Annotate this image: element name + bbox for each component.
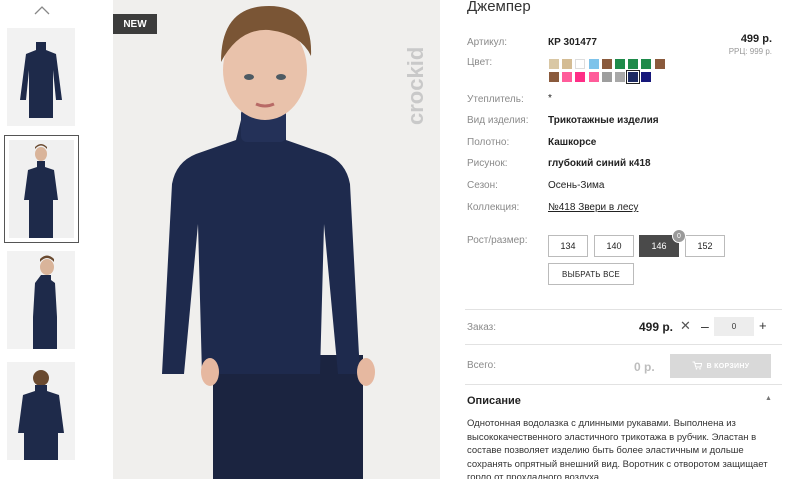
insulation-label: Утеплитель:: [467, 94, 524, 105]
qty-plus-button[interactable]: +: [759, 318, 767, 333]
color-swatch[interactable]: [562, 59, 573, 69]
thumbnail-1[interactable]: [7, 28, 75, 126]
select-all-button[interactable]: ВЫБРАТЬ ВСЕ: [548, 263, 634, 285]
size-option-152[interactable]: 152: [685, 235, 725, 257]
product-title: Джемпер: [467, 0, 531, 15]
type-label: Вид изделия:: [467, 115, 529, 126]
size-label: Рост/размер:: [467, 235, 528, 246]
thumbnail-1-image: [7, 28, 75, 126]
pattern-label: Рисунок:: [467, 158, 508, 169]
color-swatch[interactable]: [549, 59, 559, 69]
fabric-label: Полотно:: [467, 137, 510, 148]
color-swatch[interactable]: [575, 59, 586, 69]
qty-input[interactable]: [714, 317, 754, 336]
type-value: Трикотажные изделия: [548, 115, 659, 126]
product-price: 499 р.: [740, 33, 772, 45]
color-swatch[interactable]: [575, 72, 586, 82]
description-text: Однотонная водолазка с длинными рукавами…: [467, 418, 768, 479]
thumbnails-up-chevron-icon[interactable]: [30, 2, 54, 18]
color-swatch[interactable]: [562, 72, 573, 82]
size-option-134[interactable]: 134: [548, 235, 588, 257]
qty-minus-button[interactable]: –: [701, 318, 709, 334]
pattern-value: глубокий синий к418: [548, 158, 651, 169]
color-swatch[interactable]: [654, 59, 665, 69]
color-swatch[interactable]: [601, 59, 612, 69]
thumbnail-3[interactable]: [7, 251, 75, 349]
insulation-value: *: [548, 93, 552, 104]
description-collapse-chevron-up-icon[interactable]: ▲: [765, 395, 772, 402]
color-swatch[interactable]: [626, 70, 641, 84]
article-label: Артикул:: [467, 37, 508, 48]
color-swatch[interactable]: [601, 72, 612, 82]
article-value: КР 301477: [548, 37, 597, 48]
total-label: Всего:: [467, 360, 496, 371]
fabric-value: Кашкорсе: [548, 137, 597, 148]
add-to-cart-button[interactable]: В КОРЗИНУ: [670, 354, 771, 378]
cart-icon: [692, 361, 703, 372]
color-swatch[interactable]: [615, 59, 625, 69]
color-swatch[interactable]: [588, 59, 599, 69]
color-swatch[interactable]: [588, 72, 599, 82]
total-price: 0 р.: [634, 360, 655, 374]
thumbnail-4[interactable]: [7, 362, 75, 460]
color-swatch[interactable]: [641, 72, 652, 82]
color-swatch[interactable]: [615, 72, 625, 82]
thumbnail-4-image: [7, 362, 75, 460]
color-swatch[interactable]: [641, 59, 652, 69]
order-label: Заказ:: [467, 322, 497, 333]
main-product-photo[interactable]: crockid NEW: [113, 0, 440, 479]
brand-watermark: crockid: [403, 47, 428, 125]
remove-close-icon[interactable]: ✕: [680, 318, 691, 334]
color-swatch[interactable]: [628, 59, 639, 69]
rrc-price: РРЦ: 999 р.: [728, 47, 772, 56]
divider: [465, 344, 782, 345]
color-label: Цвет:: [467, 57, 493, 68]
season-label: Сезон:: [467, 180, 498, 191]
new-badge: NEW: [113, 14, 157, 34]
order-price: 499 р.: [639, 320, 674, 334]
divider: [465, 309, 782, 310]
collection-link[interactable]: №418 Звери в лесу: [548, 202, 638, 213]
thumbnail-2[interactable]: [4, 135, 79, 243]
add-to-cart-label: В КОРЗИНУ: [706, 362, 750, 370]
product-model-image: crockid: [113, 0, 440, 479]
color-swatch[interactable]: [549, 72, 559, 82]
thumbnail-2-image: [9, 140, 74, 238]
description-heading: Описание: [467, 395, 521, 407]
collection-label: Коллекция:: [467, 202, 520, 213]
size-qty-badge: 0: [672, 229, 686, 243]
divider: [465, 384, 782, 385]
season-value: Осень-Зима: [548, 180, 605, 191]
size-option-140[interactable]: 140: [594, 235, 634, 257]
thumbnail-3-image: [7, 251, 75, 349]
